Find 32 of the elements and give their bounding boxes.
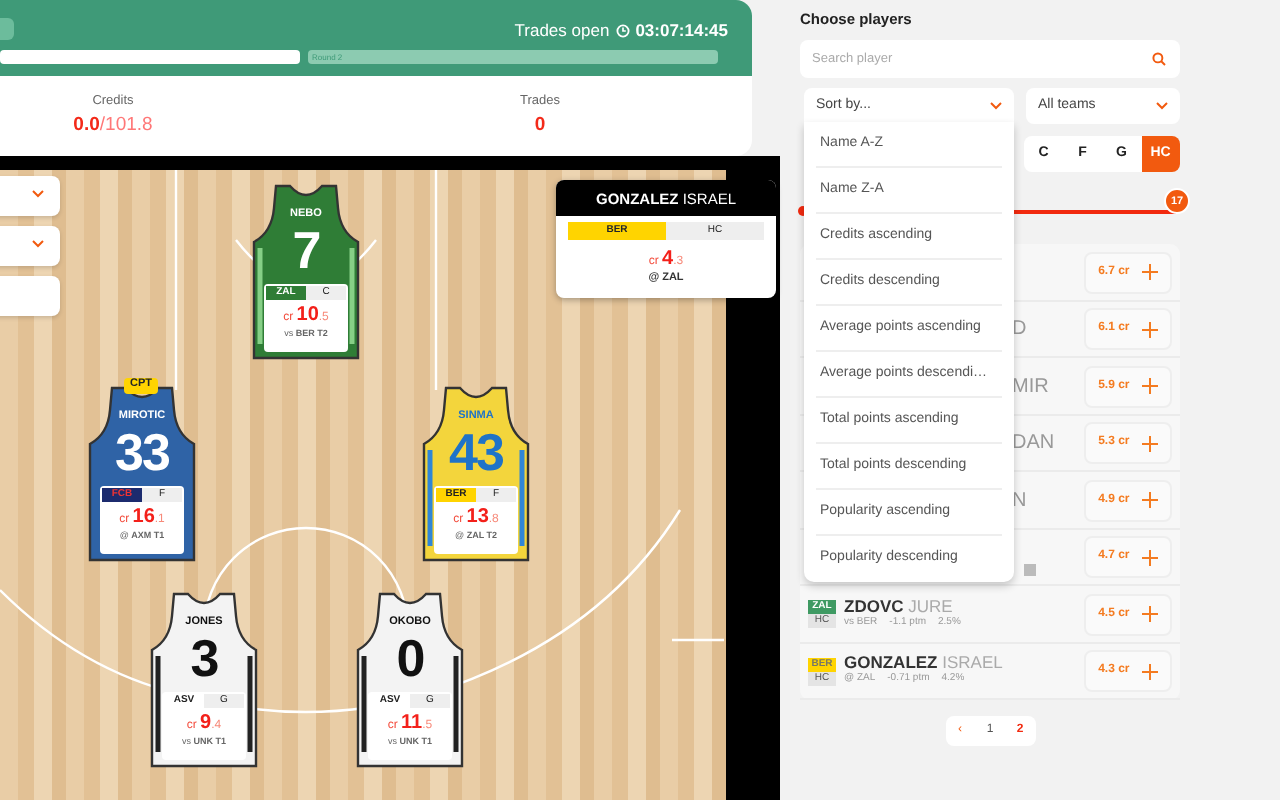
side-button[interactable]	[0, 276, 60, 316]
plus-icon	[1141, 606, 1158, 622]
plus-icon	[1141, 549, 1158, 565]
trades-status: Trades open	[514, 18, 610, 44]
player-name: D	[1012, 316, 1027, 344]
plus-icon	[1141, 378, 1158, 394]
dropdown-button[interactable]	[0, 226, 60, 266]
jersey-number: 0	[394, 632, 426, 684]
plus-icon	[1141, 435, 1158, 451]
chevron-icon	[990, 102, 1002, 111]
jersey-number: 33	[113, 426, 171, 478]
chevron-icon	[32, 240, 44, 248]
plus-icon	[1141, 264, 1158, 280]
plus-icon	[1141, 321, 1158, 337]
dropdown-button[interactable]	[0, 176, 60, 216]
clock-icon	[615, 23, 630, 38]
player-name: GONZALEZ ISRAEL	[844, 654, 1003, 673]
chevron-icon	[32, 190, 44, 198]
trades-value: 0	[534, 111, 546, 140]
plus-icon	[1141, 492, 1158, 508]
player-name: MIR	[1012, 373, 1049, 401]
credits-value: 0.0/101.8	[73, 111, 153, 140]
player-name: ZDOVC JURE	[844, 597, 955, 616]
jersey-number: 3	[188, 632, 220, 684]
search-icon	[1152, 52, 1166, 67]
plus-icon	[1141, 663, 1158, 679]
jersey-number: 7	[290, 224, 322, 276]
jersey-number: 43	[447, 426, 505, 478]
player-name: DAN	[1012, 430, 1055, 458]
player-name: N	[1012, 487, 1027, 515]
chevron-icon	[1156, 102, 1168, 111]
countdown: 03:07:14:45	[635, 18, 728, 44]
